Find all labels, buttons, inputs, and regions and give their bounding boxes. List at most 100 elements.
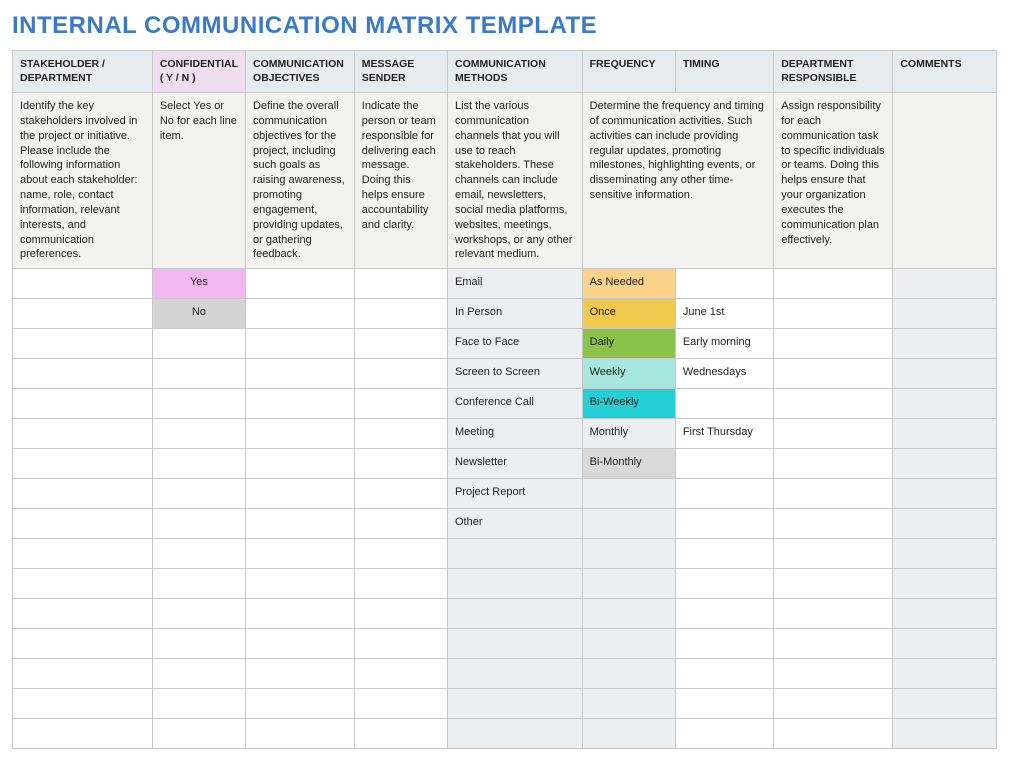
cell-methods[interactable]: Meeting	[447, 419, 582, 449]
cell-methods[interactable]: Email	[447, 269, 582, 299]
cell-confidential[interactable]	[152, 569, 245, 599]
cell-objectives[interactable]	[246, 389, 355, 419]
cell-sender[interactable]	[354, 299, 447, 329]
cell-stakeholder[interactable]	[13, 569, 153, 599]
cell-responsible[interactable]	[774, 449, 893, 479]
cell-timing[interactable]: Early morning	[675, 329, 773, 359]
cell-sender[interactable]	[354, 359, 447, 389]
cell-sender[interactable]	[354, 599, 447, 629]
cell-responsible[interactable]	[774, 569, 893, 599]
cell-comments[interactable]	[893, 689, 997, 719]
cell-confidential[interactable]	[152, 689, 245, 719]
cell-objectives[interactable]	[246, 659, 355, 689]
cell-stakeholder[interactable]	[13, 269, 153, 299]
cell-timing[interactable]: First Thursday	[675, 419, 773, 449]
cell-stakeholder[interactable]	[13, 449, 153, 479]
cell-timing[interactable]	[675, 719, 773, 749]
cell-methods[interactable]	[447, 689, 582, 719]
cell-objectives[interactable]	[246, 509, 355, 539]
cell-frequency[interactable]: Monthly	[582, 419, 675, 449]
cell-comments[interactable]	[893, 329, 997, 359]
cell-confidential[interactable]	[152, 359, 245, 389]
cell-methods[interactable]: Project Report	[447, 479, 582, 509]
cell-methods[interactable]: Newsletter	[447, 449, 582, 479]
cell-sender[interactable]	[354, 449, 447, 479]
cell-timing[interactable]	[675, 689, 773, 719]
cell-comments[interactable]	[893, 479, 997, 509]
cell-sender[interactable]	[354, 689, 447, 719]
cell-responsible[interactable]	[774, 389, 893, 419]
cell-timing[interactable]	[675, 509, 773, 539]
cell-comments[interactable]	[893, 599, 997, 629]
cell-objectives[interactable]	[246, 719, 355, 749]
cell-timing[interactable]	[675, 569, 773, 599]
cell-sender[interactable]	[354, 419, 447, 449]
cell-stakeholder[interactable]	[13, 689, 153, 719]
cell-timing[interactable]	[675, 449, 773, 479]
cell-objectives[interactable]	[246, 569, 355, 599]
cell-methods[interactable]: Conference Call	[447, 389, 582, 419]
cell-comments[interactable]	[893, 269, 997, 299]
cell-stakeholder[interactable]	[13, 539, 153, 569]
cell-objectives[interactable]	[246, 359, 355, 389]
cell-methods[interactable]	[447, 569, 582, 599]
cell-stakeholder[interactable]	[13, 419, 153, 449]
cell-timing[interactable]	[675, 629, 773, 659]
cell-objectives[interactable]	[246, 449, 355, 479]
cell-stakeholder[interactable]	[13, 509, 153, 539]
cell-sender[interactable]	[354, 659, 447, 689]
cell-confidential[interactable]	[152, 389, 245, 419]
cell-confidential[interactable]	[152, 659, 245, 689]
cell-confidential[interactable]: Yes	[152, 269, 245, 299]
cell-frequency[interactable]: As Needed	[582, 269, 675, 299]
cell-sender[interactable]	[354, 719, 447, 749]
cell-stakeholder[interactable]	[13, 599, 153, 629]
cell-sender[interactable]	[354, 539, 447, 569]
cell-responsible[interactable]	[774, 539, 893, 569]
cell-comments[interactable]	[893, 509, 997, 539]
cell-objectives[interactable]	[246, 479, 355, 509]
cell-frequency[interactable]: Bi-Monthly	[582, 449, 675, 479]
cell-methods[interactable]	[447, 659, 582, 689]
cell-stakeholder[interactable]	[13, 659, 153, 689]
cell-objectives[interactable]	[246, 419, 355, 449]
cell-timing[interactable]: Wednesdays	[675, 359, 773, 389]
cell-frequency[interactable]	[582, 689, 675, 719]
cell-comments[interactable]	[893, 629, 997, 659]
cell-objectives[interactable]	[246, 599, 355, 629]
cell-objectives[interactable]	[246, 689, 355, 719]
cell-comments[interactable]	[893, 539, 997, 569]
cell-confidential[interactable]	[152, 509, 245, 539]
cell-responsible[interactable]	[774, 689, 893, 719]
cell-stakeholder[interactable]	[13, 479, 153, 509]
cell-frequency[interactable]: Weekly	[582, 359, 675, 389]
cell-sender[interactable]	[354, 389, 447, 419]
cell-timing[interactable]	[675, 269, 773, 299]
cell-methods[interactable]: Screen to Screen	[447, 359, 582, 389]
cell-frequency[interactable]	[582, 569, 675, 599]
cell-frequency[interactable]	[582, 509, 675, 539]
cell-confidential[interactable]	[152, 479, 245, 509]
cell-objectives[interactable]	[246, 299, 355, 329]
cell-stakeholder[interactable]	[13, 389, 153, 419]
cell-responsible[interactable]	[774, 509, 893, 539]
cell-confidential[interactable]	[152, 449, 245, 479]
cell-methods[interactable]: Other	[447, 509, 582, 539]
cell-confidential[interactable]	[152, 419, 245, 449]
cell-responsible[interactable]	[774, 599, 893, 629]
cell-comments[interactable]	[893, 449, 997, 479]
cell-stakeholder[interactable]	[13, 629, 153, 659]
cell-confidential[interactable]	[152, 329, 245, 359]
cell-objectives[interactable]	[246, 629, 355, 659]
cell-comments[interactable]	[893, 299, 997, 329]
cell-sender[interactable]	[354, 479, 447, 509]
cell-responsible[interactable]	[774, 359, 893, 389]
cell-timing[interactable]	[675, 389, 773, 419]
cell-comments[interactable]	[893, 419, 997, 449]
cell-frequency[interactable]	[582, 719, 675, 749]
cell-objectives[interactable]	[246, 539, 355, 569]
cell-methods[interactable]: Face to Face	[447, 329, 582, 359]
cell-stakeholder[interactable]	[13, 299, 153, 329]
cell-timing[interactable]	[675, 479, 773, 509]
cell-responsible[interactable]	[774, 479, 893, 509]
